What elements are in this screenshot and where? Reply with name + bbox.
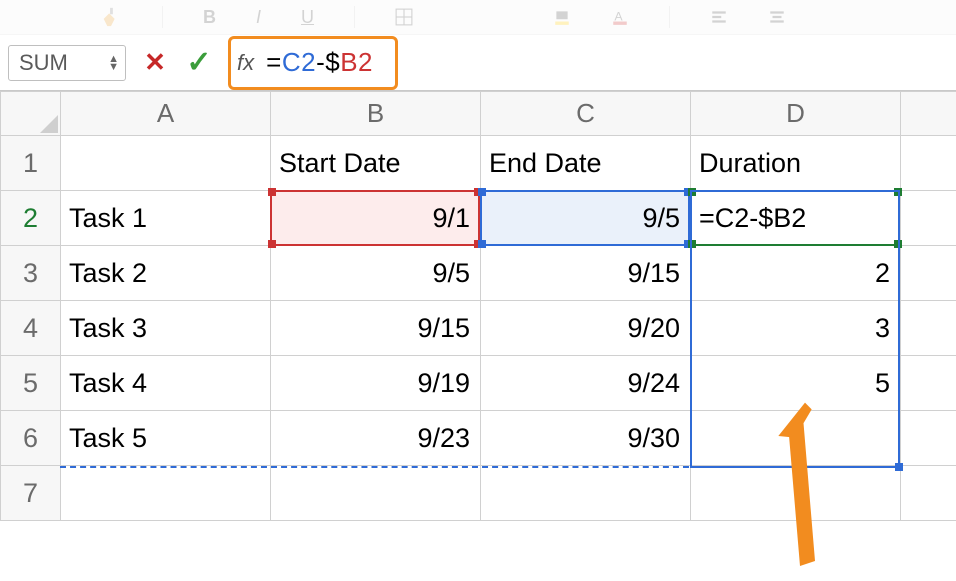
- fill-color-icon[interactable]: [553, 8, 571, 26]
- cell-E4[interactable]: [901, 301, 956, 356]
- name-box-value: SUM: [19, 50, 68, 76]
- col-header-E[interactable]: [901, 92, 956, 136]
- row-header-6[interactable]: 6: [1, 411, 61, 466]
- cell-B2[interactable]: 9/1: [271, 191, 481, 246]
- cell-A7[interactable]: [61, 466, 271, 521]
- cell-B5[interactable]: 9/19: [271, 356, 481, 411]
- cell-B3[interactable]: 9/5: [271, 246, 481, 301]
- cell-B7[interactable]: [271, 466, 481, 521]
- row-1: 1 Start Date End Date Duration: [1, 136, 956, 191]
- cell-D4[interactable]: 3: [691, 301, 901, 356]
- accept-button[interactable]: ✓: [184, 48, 214, 78]
- row-header-7[interactable]: 7: [1, 466, 61, 521]
- cell-E5[interactable]: [901, 356, 956, 411]
- row-header-4[interactable]: 4: [1, 301, 61, 356]
- cell-C3[interactable]: 9/15: [481, 246, 691, 301]
- spreadsheet-grid[interactable]: A B C D 1 Start Date End Date Duration 2…: [0, 91, 956, 521]
- cell-C7[interactable]: [481, 466, 691, 521]
- fx-label[interactable]: fx: [237, 50, 254, 76]
- cell-B1[interactable]: Start Date: [271, 136, 481, 191]
- cell-E6[interactable]: [901, 411, 956, 466]
- font-color-icon[interactable]: A: [611, 8, 629, 26]
- cell-E3[interactable]: [901, 246, 956, 301]
- row-6: 6 Task 5 9/23 9/30: [1, 411, 956, 466]
- formula-bar: SUM ▲▼ ✕ ✓ fx =C2-$B2: [0, 35, 956, 91]
- select-all-corner[interactable]: [1, 92, 61, 136]
- cell-D5[interactable]: 5: [691, 356, 901, 411]
- name-box[interactable]: SUM ▲▼: [8, 45, 126, 81]
- row-5: 5 Task 4 9/19 9/24 5: [1, 356, 956, 411]
- cell-D7[interactable]: [691, 466, 901, 521]
- column-header-row: A B C D: [1, 92, 956, 136]
- ribbon-toolbar: B I U A: [0, 0, 956, 35]
- row-header-2[interactable]: 2: [1, 191, 61, 246]
- align-center-icon[interactable]: [768, 8, 786, 26]
- row-4: 4 Task 3 9/15 9/20 3: [1, 301, 956, 356]
- cell-D2-editing[interactable]: =C2-$B2: [691, 191, 901, 246]
- cell-A4[interactable]: Task 3: [61, 301, 271, 356]
- bold-button[interactable]: B: [203, 7, 216, 28]
- cell-C5[interactable]: 9/24: [481, 356, 691, 411]
- cell-A1[interactable]: [61, 136, 271, 191]
- cancel-button[interactable]: ✕: [140, 48, 170, 78]
- align-left-icon[interactable]: [710, 8, 728, 26]
- cell-A3[interactable]: Task 2: [61, 246, 271, 301]
- cell-C2[interactable]: 9/5: [481, 191, 691, 246]
- row-7: 7: [1, 466, 956, 521]
- cell-E2[interactable]: [901, 191, 956, 246]
- name-box-stepper-icon[interactable]: ▲▼: [108, 55, 119, 71]
- cell-C1[interactable]: End Date: [481, 136, 691, 191]
- svg-text:A: A: [614, 9, 623, 23]
- formula-input[interactable]: =C2-$B2: [258, 45, 381, 81]
- cell-D3[interactable]: 2: [691, 246, 901, 301]
- cell-D6[interactable]: [691, 411, 901, 466]
- format-painter-icon: [100, 6, 122, 28]
- col-header-D[interactable]: D: [691, 92, 901, 136]
- row-3: 3 Task 2 9/5 9/15 2: [1, 246, 956, 301]
- cell-E7[interactable]: [901, 466, 956, 521]
- underline-button[interactable]: U: [301, 7, 314, 28]
- row-2: 2 Task 1 9/1 9/5 =C2-$B2: [1, 191, 956, 246]
- cell-C4[interactable]: 9/20: [481, 301, 691, 356]
- row-header-1[interactable]: 1: [1, 136, 61, 191]
- cell-A2[interactable]: Task 1: [61, 191, 271, 246]
- cell-C6[interactable]: 9/30: [481, 411, 691, 466]
- cell-A6[interactable]: Task 5: [61, 411, 271, 466]
- row-header-3[interactable]: 3: [1, 246, 61, 301]
- cell-B4[interactable]: 9/15: [271, 301, 481, 356]
- cell-D1[interactable]: Duration: [691, 136, 901, 191]
- formula-highlight-box: fx =C2-$B2: [228, 36, 398, 90]
- cell-B6[interactable]: 9/23: [271, 411, 481, 466]
- col-header-C[interactable]: C: [481, 92, 691, 136]
- borders-icon[interactable]: [395, 8, 413, 26]
- col-header-A[interactable]: A: [61, 92, 271, 136]
- row-header-5[interactable]: 5: [1, 356, 61, 411]
- cell-E1[interactable]: [901, 136, 956, 191]
- col-header-B[interactable]: B: [271, 92, 481, 136]
- cell-A5[interactable]: Task 4: [61, 356, 271, 411]
- italic-button[interactable]: I: [256, 7, 261, 28]
